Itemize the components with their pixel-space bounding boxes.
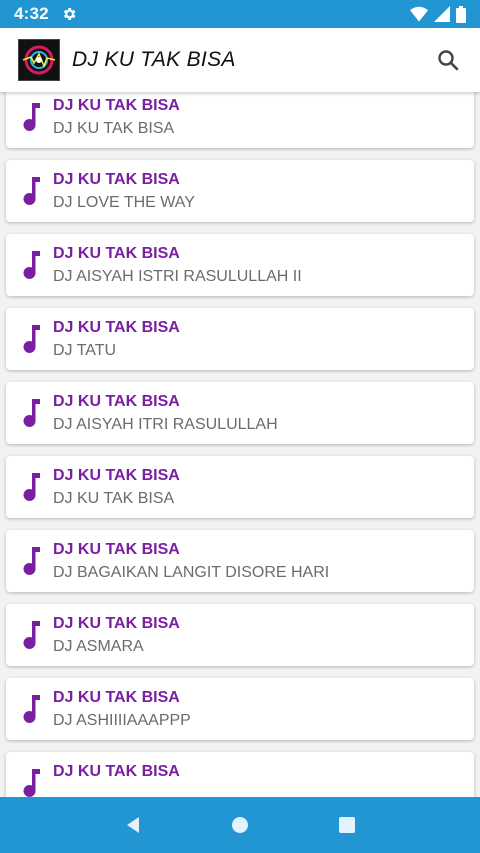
app-title: DJ KU TAK BISA xyxy=(72,48,236,71)
song-list-item-subtitle: DJ BAGAIKAN LANGIT DISORE HARI xyxy=(53,564,330,581)
song-list-item-title: DJ KU TAK BISA xyxy=(53,319,180,336)
search-button[interactable] xyxy=(434,46,462,74)
home-button[interactable] xyxy=(220,805,260,845)
song-list-item-title: DJ KU TAK BISA xyxy=(53,393,180,410)
music-note-icon xyxy=(23,547,40,575)
music-note-icon xyxy=(23,769,40,797)
song-list-item[interactable]: DJ KU TAK BISA DJ KU TAK BISA xyxy=(6,456,474,518)
music-note-icon xyxy=(23,473,40,501)
song-list-item[interactable]: DJ KU TAK BISA DJ LOVE THE WAY xyxy=(6,160,474,222)
music-note-icon xyxy=(23,251,40,279)
settings-icon xyxy=(63,8,76,20)
music-note-icon xyxy=(23,325,40,353)
song-list-item[interactable]: DJ KU TAK BISA xyxy=(6,752,474,797)
song-list: DJ KU TAK BISA DJ KU TAK BISA DJ KU TAK BI… xyxy=(0,92,480,797)
song-list-item-subtitle: DJ KU TAK BISA xyxy=(53,490,175,507)
song-list-item-title: DJ KU TAK BISA xyxy=(53,467,180,484)
song-list-item[interactable]: DJ KU TAK BISA DJ BAGAIKAN LANGIT DISORE … xyxy=(6,530,474,592)
navigation-bar xyxy=(0,797,480,853)
status-time: 4:32 xyxy=(14,4,49,23)
song-list-item-subtitle: DJ AISYAH ISTRI RASULULLAH II xyxy=(53,268,302,285)
home-icon xyxy=(231,817,248,833)
recents-icon xyxy=(338,817,355,833)
song-list-item-subtitle: DJ AISYAH ITRI RASULULLAH xyxy=(53,416,278,433)
song-list-item[interactable]: DJ KU TAK BISA DJ KU TAK BISA xyxy=(6,92,474,148)
song-list-item-title: DJ KU TAK BISA xyxy=(53,541,180,558)
song-list-item-title: DJ KU TAK BISA xyxy=(53,615,180,632)
song-list-item[interactable]: DJ KU TAK BISA DJ AISYAH ITRI RASULULLAH xyxy=(6,382,474,444)
song-list-item[interactable]: DJ KU TAK BISA DJ ASHIIIIAAAPPP xyxy=(6,678,474,740)
song-list-item-subtitle: DJ ASMARA xyxy=(53,638,144,655)
status-icons xyxy=(410,5,466,23)
battery-icon xyxy=(456,5,466,23)
app-bar: DJ KU TAK BISA xyxy=(0,28,480,92)
music-note-icon xyxy=(23,399,40,427)
back-button[interactable] xyxy=(113,805,153,845)
status-bar: 4:32 xyxy=(0,0,480,28)
song-list-item[interactable]: DJ KU TAK BISA DJ TATU xyxy=(6,308,474,370)
song-list-item[interactable]: DJ KU TAK BISA DJ AISYAH ISTRI RASULULLAH… xyxy=(6,234,474,296)
signal-icon xyxy=(434,6,450,22)
music-note-icon xyxy=(23,177,40,205)
song-list-item-title: DJ KU TAK BISA xyxy=(53,763,180,780)
song-list-item-subtitle: DJ TATU xyxy=(53,342,117,359)
back-icon xyxy=(127,817,140,833)
song-list-item-subtitle: DJ LOVE THE WAY xyxy=(53,194,195,211)
song-list-item[interactable]: DJ KU TAK BISA DJ ASMARA xyxy=(6,604,474,666)
song-list-item-title: DJ KU TAK BISA xyxy=(53,171,180,188)
music-note-icon xyxy=(23,103,40,131)
song-list-item-subtitle: DJ KU TAK BISA xyxy=(53,120,175,137)
song-list-item-title: DJ KU TAK BISA xyxy=(53,245,180,262)
music-note-icon xyxy=(23,695,40,723)
music-note-icon xyxy=(23,621,40,649)
recents-button[interactable] xyxy=(327,805,367,845)
search-icon xyxy=(438,50,459,71)
wifi-icon xyxy=(410,6,428,22)
song-list-item-title: DJ KU TAK BISA xyxy=(53,97,180,114)
song-list-item-subtitle: DJ ASHIIIIAAAPPP xyxy=(53,712,191,729)
app-logo-icon xyxy=(18,39,60,81)
song-list-item-title: DJ KU TAK BISA xyxy=(53,689,180,706)
